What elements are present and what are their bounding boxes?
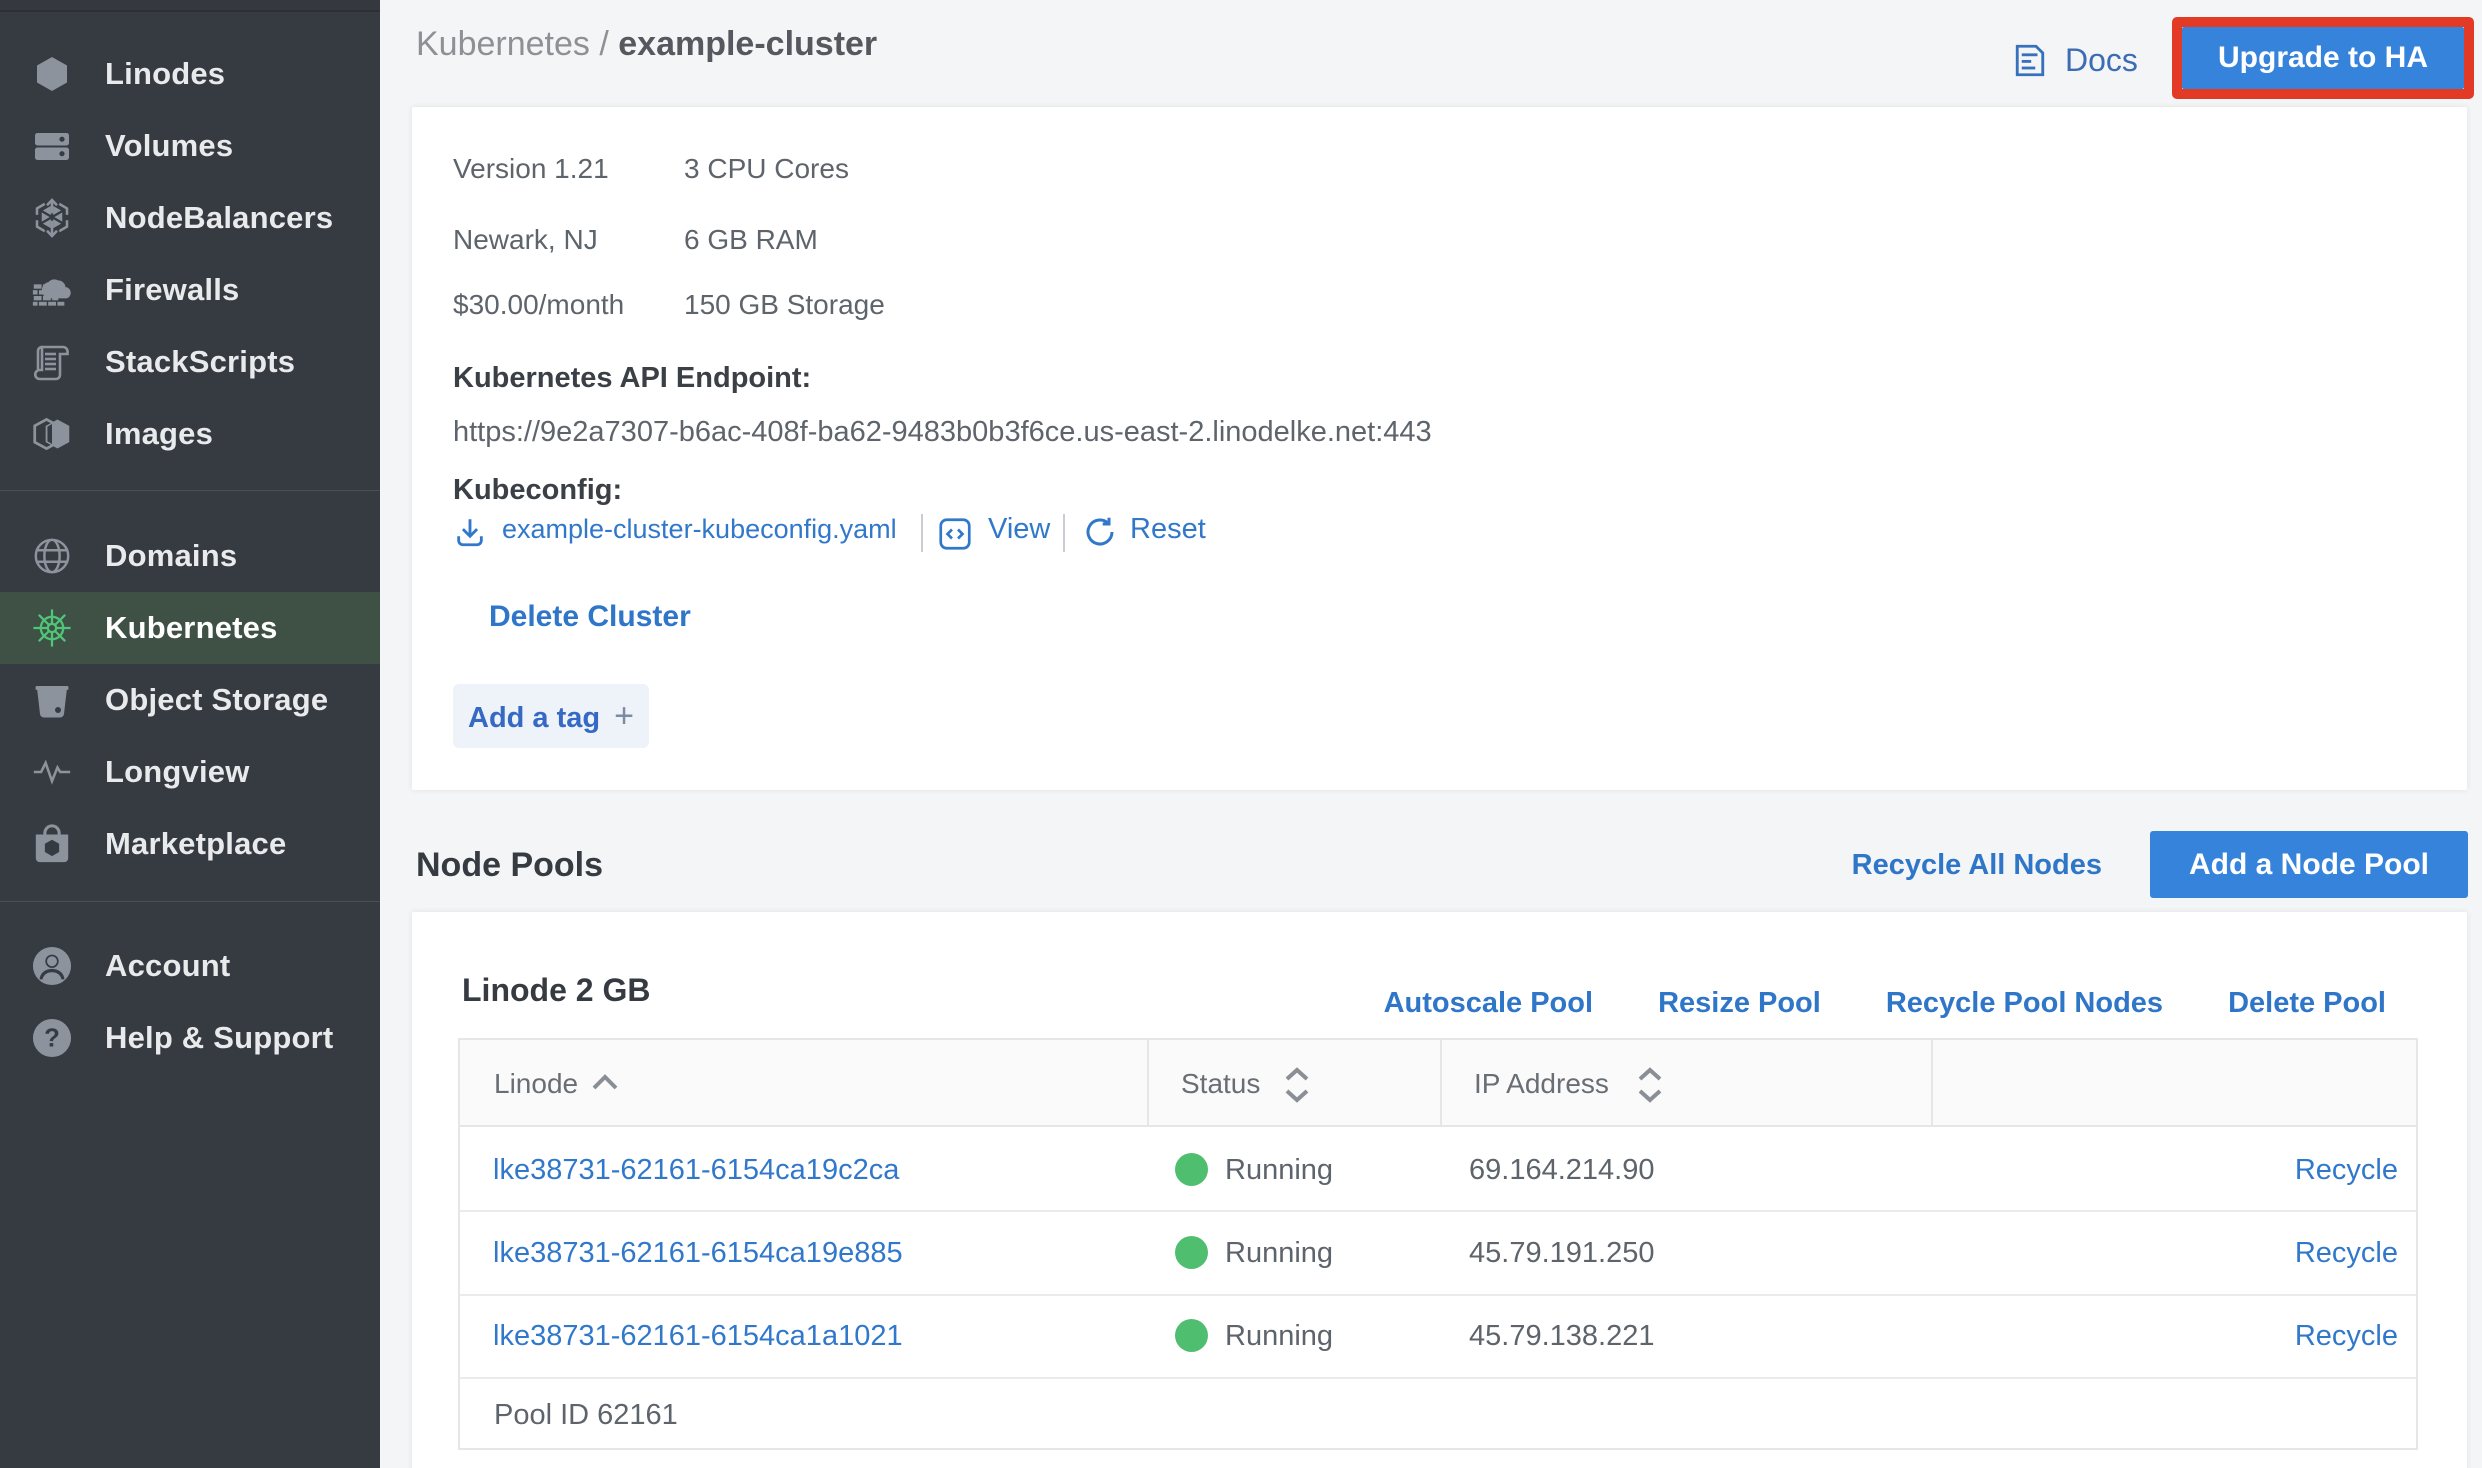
svg-text:?: ? [44,1025,60,1053]
